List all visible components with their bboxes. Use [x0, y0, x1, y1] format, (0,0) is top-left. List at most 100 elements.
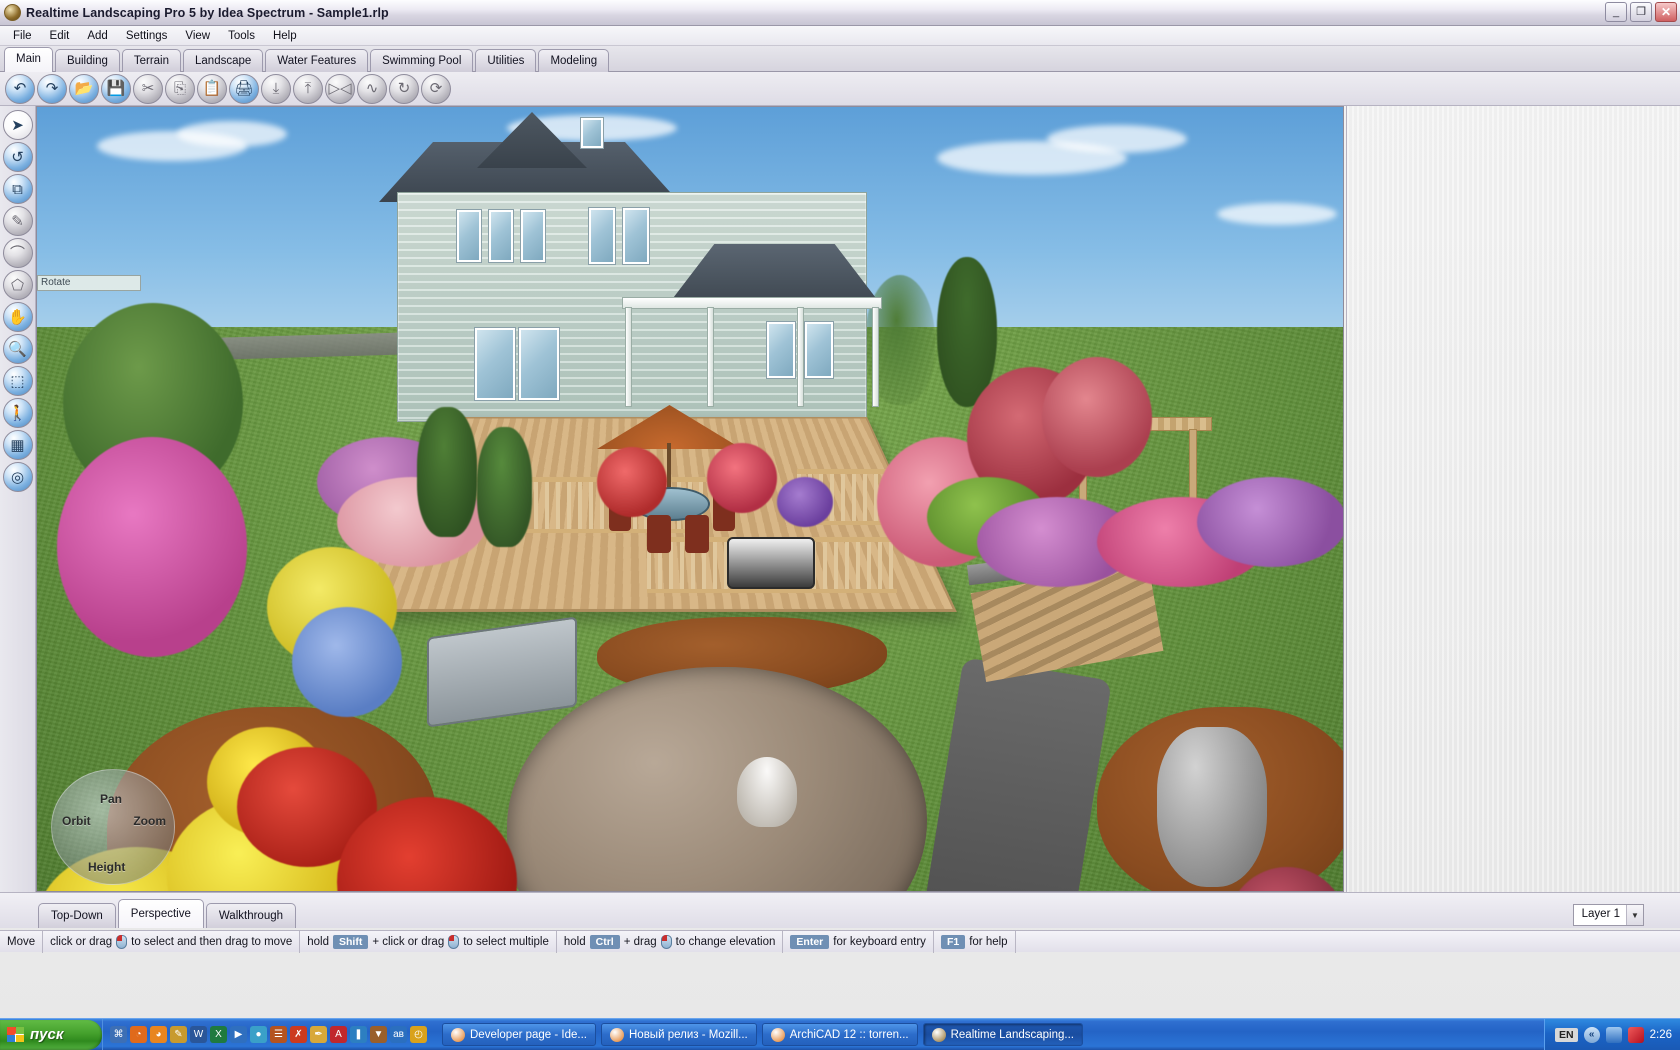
minimize-button[interactable]: _ [1605, 2, 1627, 22]
tab-utilities[interactable]: Utilities [475, 49, 537, 72]
window [589, 208, 615, 264]
antivirus-icon[interactable] [1627, 1026, 1644, 1043]
ql-acrobat-icon[interactable]: A [330, 1026, 347, 1043]
window [489, 210, 513, 262]
terrain-grid-tool[interactable]: ▦ [2, 430, 33, 460]
dormer-window [581, 118, 603, 148]
status-bar: Move click or drag to select and then drag… [0, 930, 1680, 953]
menu-item-file[interactable]: File [4, 28, 41, 44]
tab-swimming-pool[interactable]: Swimming Pool [370, 49, 474, 72]
hint-post-2: to change elevation [675, 935, 776, 948]
hint-post-1: to select multiple [463, 935, 549, 948]
hint-key-4: F1 [940, 934, 966, 949]
maximize-button[interactable]: ❐ [1630, 2, 1652, 22]
status-mode-label: Move [7, 935, 36, 948]
color-picker-tool[interactable]: ◎ [2, 462, 33, 492]
ql-pencil-icon[interactable]: ✒ [310, 1026, 327, 1043]
tab-modeling[interactable]: Modeling [538, 49, 610, 72]
tray-clock[interactable]: 2:26 [1650, 1029, 1672, 1041]
mirror-icon: ▷◁ [325, 73, 355, 104]
hint-post-3: for keyboard entry [833, 935, 926, 948]
menu-item-view[interactable]: View [176, 28, 219, 44]
planter-flowers [777, 477, 833, 527]
tab-main[interactable]: Main [4, 47, 53, 72]
start-button-label: пуск [30, 1026, 64, 1043]
scale-object-tool[interactable]: ⧉ [2, 174, 33, 204]
redo-icon[interactable]: ↷ [37, 73, 67, 104]
navigation-compass-widget[interactable]: Orbit Zoom Pan Height [51, 769, 175, 885]
menu-item-tools[interactable]: Tools [219, 28, 264, 44]
close-icon: ✕ [1660, 5, 1672, 19]
view-tab-walkthrough[interactable]: Walkthrough [205, 903, 297, 928]
terrain-grid-tool-glyph: ▦ [10, 436, 25, 454]
ql-firefox-icon[interactable]: ◔ [130, 1026, 147, 1043]
window-title: Realtime Landscaping Pro 5 by Idea Spect… [26, 5, 389, 20]
zoom-tool[interactable]: 🔍 [2, 334, 33, 364]
close-button[interactable]: ✕ [1655, 2, 1677, 22]
taskbar-item[interactable]: Developer page - Ide... [442, 1023, 596, 1046]
quick-launch-bar: ⌘ ◔ ◕ ✎ W X ▶ ● ☰ ✗ ✒ A ❚ ▼ ав ◴ [102, 1018, 434, 1050]
ql-clock-icon[interactable]: ◴ [410, 1026, 427, 1043]
menu-item-help[interactable]: Help [264, 28, 306, 44]
zoom-window-tool[interactable]: ⬚ [2, 366, 33, 396]
ql-firefox2-icon[interactable]: ◕ [150, 1026, 167, 1043]
ql-excel-icon[interactable]: X [210, 1026, 227, 1043]
tab-water-features[interactable]: Water Features [265, 49, 369, 72]
layer-selector[interactable]: Layer 1 ▼ [1572, 904, 1644, 926]
pan-hand-tool[interactable]: ✋ [2, 302, 33, 332]
taskbar-item[interactable]: Realtime Landscaping... [922, 1023, 1083, 1046]
ql-archive-icon[interactable]: ☰ [270, 1026, 287, 1043]
tray-expand-icon[interactable]: « [1583, 1026, 1600, 1043]
window [805, 322, 833, 378]
tab-terrain[interactable]: Terrain [121, 49, 182, 72]
menu-item-settings[interactable]: Settings [117, 28, 177, 44]
zoom-window-tool-glyph: ⬚ [10, 372, 25, 390]
paste-icon-glyph: 📋 [202, 80, 222, 97]
walk-tool[interactable]: 🚶 [2, 398, 33, 428]
ql-word-icon[interactable]: W [190, 1026, 207, 1043]
ql-globe-icon[interactable]: ● [250, 1026, 267, 1043]
menu-item-add[interactable]: Add [78, 28, 116, 44]
chevron-down-icon[interactable]: ▼ [1626, 905, 1643, 925]
hint-key-3: Enter [790, 934, 830, 949]
ql-icon-1[interactable]: ⌘ [110, 1026, 127, 1043]
hint-mid-2: + drag [623, 935, 657, 948]
open-folder-icon-glyph: 📂 [74, 80, 94, 97]
outdoor-sofa [727, 537, 815, 589]
ql-download-icon[interactable]: ▼ [370, 1026, 387, 1043]
curve-tool: ⌒ [2, 238, 33, 268]
language-indicator[interactable]: EN [1555, 1027, 1578, 1042]
print-icon[interactable]: 🖨 [229, 73, 259, 104]
open-folder-icon[interactable]: 📂 [69, 73, 99, 104]
ql-runner-icon[interactable]: ✗ [290, 1026, 307, 1043]
window [623, 208, 649, 264]
ql-paint-icon[interactable]: ✎ [170, 1026, 187, 1043]
ql-media-icon[interactable]: ▶ [230, 1026, 247, 1043]
network-icon[interactable] [1605, 1026, 1622, 1043]
undo-icon[interactable]: ↶ [5, 73, 35, 104]
rotate-object-tool[interactable]: ↺ [2, 142, 33, 172]
view-tab-top-down[interactable]: Top-Down [38, 903, 116, 928]
patio-chair [647, 515, 671, 553]
start-button[interactable]: пуск [0, 1019, 102, 1050]
ql-usb-icon[interactable]: ❚ [350, 1026, 367, 1043]
hint-mid-1: + click or drag [372, 935, 445, 948]
design-viewport-3d[interactable]: Rotate Orbit Zoom Pan Height [36, 106, 1344, 892]
viewport-tooltip: Rotate [37, 275, 141, 291]
taskbar-item[interactable]: Новый релиз - Mozill... [601, 1023, 757, 1046]
ql-abv-icon[interactable]: ав [390, 1026, 407, 1043]
firefox-icon [451, 1027, 465, 1042]
save-icon[interactable]: 💾 [101, 73, 131, 104]
taskbar-item[interactable]: ArchiCAD 12 :: torren... [761, 1023, 918, 1046]
japanese-maple [1042, 357, 1152, 477]
select-arrow-tool[interactable]: ➤ [2, 110, 33, 140]
view-tab-perspective[interactable]: Perspective [117, 899, 204, 928]
minimize-icon: _ [1612, 5, 1620, 18]
mouse-icon [660, 934, 672, 949]
tab-building[interactable]: Building [54, 49, 120, 72]
undo-icon-glyph: ↶ [13, 80, 27, 97]
french-door [519, 328, 559, 400]
menu-item-edit[interactable]: Edit [41, 28, 79, 44]
tab-landscape[interactable]: Landscape [183, 49, 264, 72]
rotate-icon-glyph: ↻ [397, 80, 411, 97]
